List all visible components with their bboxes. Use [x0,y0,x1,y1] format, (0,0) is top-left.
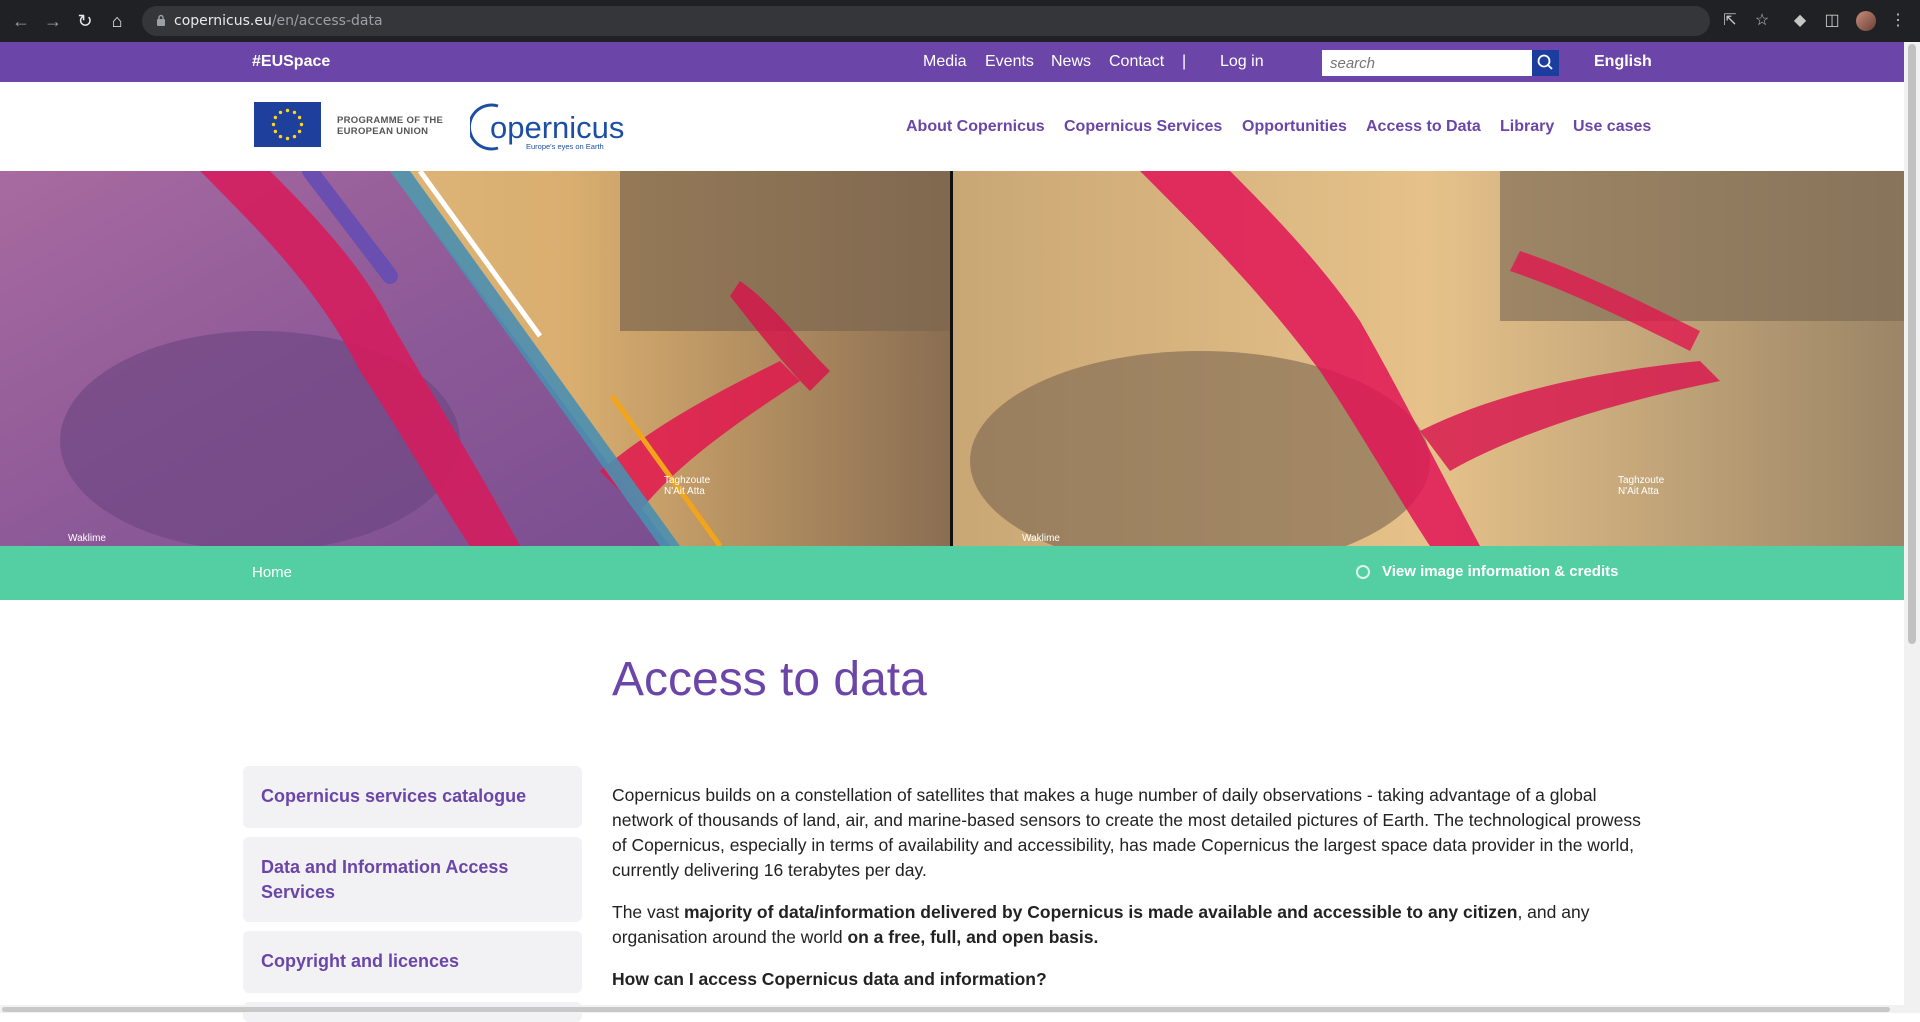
para2-text-a: The vast [612,902,684,922]
access-paragraph: The vast majority of data/information de… [612,900,1642,950]
search-input[interactable] [1322,50,1532,76]
url-text: copernicus.eu/en/access-data [174,13,383,29]
site-header: PROGRAMME OF THE EUROPEAN UNION opernicu… [0,82,1904,171]
hero-satellite-image: Waklime Taghzoute N'Ait Atta Waklime Tag… [0,171,1904,546]
main-body-text: Copernicus builds on a constellation of … [612,783,1642,1009]
nav-about-copernicus[interactable]: About Copernicus [906,118,1045,136]
para2-bold-b: majority of data/information delivered b… [683,902,1518,922]
sidebar-item-copyright[interactable]: Copyright and licences [243,931,582,993]
eu-programme-text: PROGRAMME OF THE EUROPEAN UNION [337,115,443,137]
share-icon[interactable]: ⇱ [1720,11,1740,31]
copernicus-logo[interactable]: opernicus Europe's eyes on Earth [467,96,624,156]
hero-label-taghzoute-right: Taghzoute N'Ait Atta [1618,475,1665,497]
media-link[interactable]: Media [923,53,967,71]
access-question-heading: How can I access Copernicus data and inf… [612,969,1047,989]
eu-flag-logo[interactable] [254,102,321,147]
eu-line-1: PROGRAMME OF THE [337,115,444,126]
login-link[interactable]: Log in [1220,53,1264,71]
reload-icon[interactable]: ↻ [74,10,96,32]
vertical-scrollbar-thumb[interactable] [1908,44,1916,644]
copernicus-logo-text: opernicus [490,110,625,145]
sidebar-item-services-catalogue[interactable]: Copernicus services catalogue [243,766,582,828]
page-title: Access to data [612,653,927,706]
hero-label-waklime-left: Waklime [68,533,106,544]
copernicus-tagline: Europe's eyes on Earth [526,142,604,151]
horizontal-scrollbar-thumb[interactable] [2,1007,1890,1012]
nav-library[interactable]: Library [1500,118,1554,136]
eu-stars-icon [271,108,304,141]
home-icon[interactable]: ⌂ [106,10,128,32]
link-separator: | [1182,53,1187,70]
search-button[interactable] [1532,50,1559,76]
address-bar[interactable]: copernicus.eu/en/access-data [142,6,1710,36]
lock-icon [157,14,165,26]
eu-line-2: EUROPEAN UNION [337,126,429,137]
contact-link[interactable]: Contact [1109,53,1164,71]
hero-label-taghzoute-left: Taghzoute N'Ait Atta [664,475,711,497]
language-selector[interactable]: English [1594,53,1652,71]
forward-icon[interactable]: → [42,10,64,32]
image-credits-link[interactable]: View image information & credits [1382,563,1618,580]
nav-use-cases[interactable]: Use cases [1573,118,1651,136]
para2-bold-d: on a free, full, and open basis. [847,927,1099,947]
news-link[interactable]: News [1051,53,1091,71]
intro-paragraph: Copernicus builds on a constellation of … [612,785,1641,880]
menu-kebab-icon[interactable]: ⋮ [1888,11,1908,31]
top-bar: #EUSpace Media Events News Contact | Log… [0,42,1904,82]
extensions-icon[interactable]: ◆ [1790,11,1810,31]
events-link[interactable]: Events [985,53,1034,71]
back-icon[interactable]: ← [10,10,32,32]
bookmark-star-icon[interactable]: ☆ [1752,11,1772,31]
nav-opportunities[interactable]: Opportunities [1242,118,1347,136]
browser-chrome: ← → ↻ ⌂ copernicus.eu/en/access-data ⇱ ☆… [0,0,1920,42]
breadcrumb-bar: Home View image information & credits [0,546,1904,600]
search-icon [1537,54,1553,70]
nav-access-to-data[interactable]: Access to Data [1366,118,1481,136]
side-panel-icon[interactable]: ◫ [1822,11,1842,31]
breadcrumb-home[interactable]: Home [252,564,292,581]
hero-label-waklime-right: Waklime [1022,533,1060,544]
sidebar-item-dias[interactable]: Data and Information Access Services [243,837,582,922]
euspace-link[interactable]: #EUSpace [252,53,330,71]
info-circle-icon [1356,565,1370,579]
nav-copernicus-services[interactable]: Copernicus Services [1064,118,1222,136]
profile-avatar[interactable] [1856,11,1876,31]
